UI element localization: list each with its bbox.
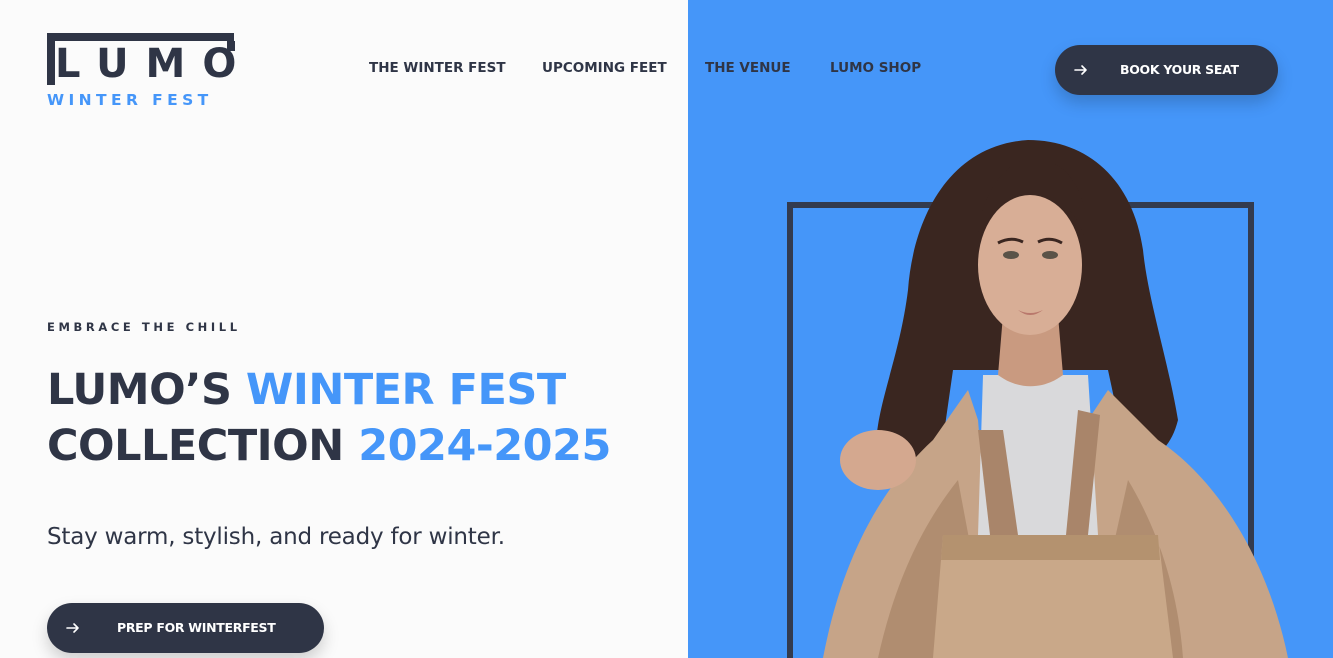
nav-item-lumo-shop[interactable]: LUMO SHOP (830, 60, 921, 76)
nav-item-the-winter-fest[interactable]: THE WINTER FEST (369, 60, 506, 76)
hero-image-panel (688, 0, 1333, 658)
prep-for-winterfest-button[interactable]: PREP FOR WINTERFEST (47, 603, 324, 653)
headline-line2-dark: COLLECTION (47, 421, 344, 471)
headline-line2-accent: 2024-2025 (358, 421, 611, 471)
lumo-logo[interactable]: LUMO WINTER FEST (47, 33, 236, 111)
book-your-seat-button[interactable]: BOOK YOUR SEAT (1055, 45, 1278, 95)
headline-line1-dark: LUMO’S (47, 365, 232, 415)
hero-subtitle: Stay warm, stylish, and ready for winter… (47, 524, 505, 550)
nav-item-upcoming-feet[interactable]: UPCOMING FEET (542, 60, 667, 76)
headline-line1-accent: WINTER FEST (245, 365, 566, 415)
prep-for-winterfest-label: PREP FOR WINTERFEST (117, 620, 276, 635)
hero-model-image (823, 140, 1288, 658)
book-your-seat-label: BOOK YOUR SEAT (1120, 62, 1239, 77)
arrow-right-icon (65, 620, 81, 636)
nav-item-the-venue[interactable]: THE VENUE (705, 60, 791, 76)
arrow-right-icon (1073, 62, 1089, 78)
hero-eyebrow: EMBRACE THE CHILL (47, 320, 241, 334)
hero-headline: LUMO’S WINTER FEST COLLECTION 2024-2025 (47, 362, 611, 474)
logo-wordmark: LUMO (55, 41, 254, 87)
logo-subtitle: WINTER FEST (47, 91, 213, 109)
